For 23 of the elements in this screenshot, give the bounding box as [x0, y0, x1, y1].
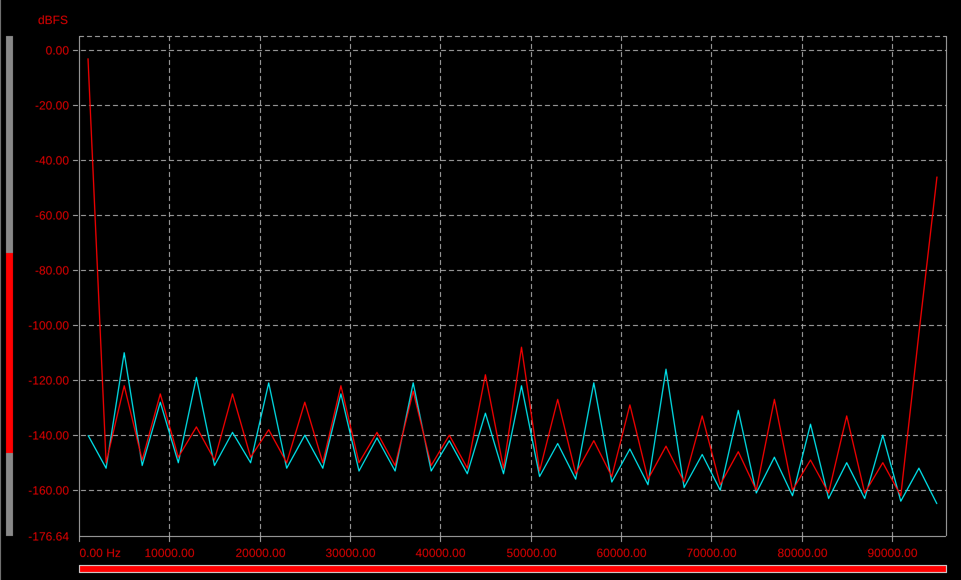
y-tick-label: -120.00 — [28, 374, 69, 388]
x-tick-label: 50000.00 — [506, 546, 557, 560]
vertical-scrollbar[interactable] — [6, 36, 13, 536]
x-tick-label: 80000.00 — [777, 546, 828, 560]
y-tick-label: 0.00 — [46, 44, 69, 58]
y-tick-label: -176.64 — [28, 530, 69, 544]
y-tick-label: -140.00 — [28, 428, 69, 442]
x-tick-label: 40000.00 — [415, 546, 466, 560]
x-tick-label: 70000.00 — [686, 546, 737, 560]
x-tick-label: 60000.00 — [596, 546, 647, 560]
x-tick-label: 20000.00 — [235, 546, 286, 560]
y-tick-label: -40.00 — [34, 154, 69, 168]
y-tick-label: -160.00 — [28, 484, 69, 498]
x-tick-label: 90000.00 — [867, 546, 918, 560]
y-tick-label: -100.00 — [28, 318, 69, 332]
horizontal-scrollbar[interactable] — [79, 565, 947, 573]
x-tick-label: 0.00 Hz — [80, 546, 121, 560]
y-tick-label: -20.00 — [34, 98, 69, 112]
y-tick-label: -80.00 — [34, 264, 69, 278]
x-tick-label: 30000.00 — [325, 546, 376, 560]
y-tick-label: -60.00 — [34, 208, 69, 222]
y-axis-unit-label: dBFS — [38, 13, 68, 27]
x-tick-label: 10000.00 — [144, 546, 195, 560]
